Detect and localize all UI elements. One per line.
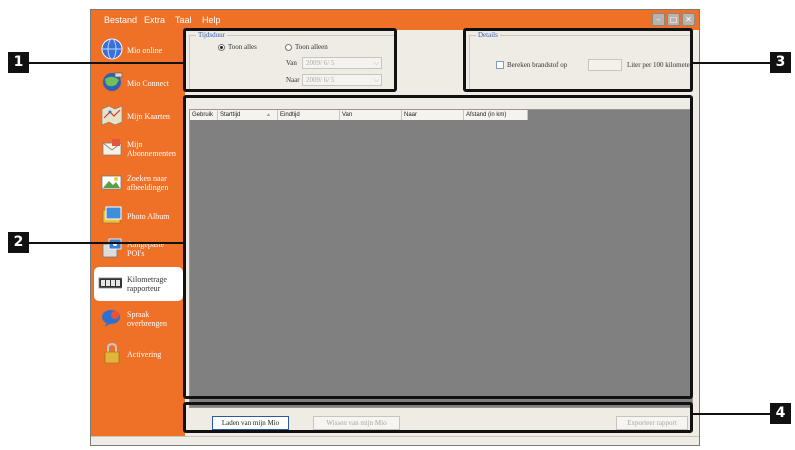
sidebar-item-label: Mijn Kaarten xyxy=(127,111,170,121)
sidebar: Mio online Mio Connect Mijn Kaarten Mijn… xyxy=(91,30,185,436)
speech-bubble-icon xyxy=(102,310,120,327)
callout-leader-3 xyxy=(692,62,770,64)
callout-number-2: 2 xyxy=(8,232,29,253)
sidebar-item-zoeken-afbeeldingen[interactable]: Zoeken naar afbeeldingen xyxy=(94,166,183,200)
padlock-icon xyxy=(104,342,120,364)
sidebar-item-mio-connect[interactable]: Mio Connect xyxy=(94,66,183,100)
sidebar-item-label: Photo Album xyxy=(127,211,170,221)
sidebar-item-label: Kilometrage rapporteur xyxy=(127,275,167,293)
sidebar-item-spraak-overbrengen[interactable]: Spraak overbrengen xyxy=(94,302,183,336)
sidebar-item-photo-album[interactable]: Photo Album xyxy=(94,199,183,233)
status-bar xyxy=(91,436,699,445)
photo-search-icon xyxy=(101,175,122,190)
sidebar-item-label: Aangepaste POI's xyxy=(127,240,165,258)
menu-help[interactable]: Help xyxy=(202,15,221,25)
satellite-globe-icon xyxy=(103,72,123,91)
sidebar-item-label: Activering xyxy=(127,349,162,359)
callout-leader-4 xyxy=(692,413,770,415)
menu-bestand[interactable]: Bestand xyxy=(104,15,137,25)
callout-number-1: 1 xyxy=(8,52,29,73)
menu-extra[interactable]: Extra xyxy=(144,15,165,25)
menu-taal[interactable]: Taal xyxy=(175,15,192,25)
close-button[interactable]: ✕ xyxy=(682,13,695,26)
sidebar-item-label: Mijn Abonnementen xyxy=(127,140,176,158)
minimize-button[interactable]: – xyxy=(652,13,665,26)
sidebar-item-label: Mio Connect xyxy=(127,78,169,88)
callout-number-3: 3 xyxy=(770,52,791,73)
envelope-icon xyxy=(102,139,122,156)
sidebar-item-activering[interactable]: Activering xyxy=(94,337,183,371)
map-icon xyxy=(101,105,123,126)
callout-number-4: 4 xyxy=(770,403,791,424)
sidebar-item-mijn-abonnementen[interactable]: Mijn Abonnementen xyxy=(94,132,183,166)
sidebar-item-mijn-kaarten[interactable]: Mijn Kaarten xyxy=(94,99,183,133)
callout-leader-1 xyxy=(28,62,184,64)
sidebar-item-kilometrage-rapporteur[interactable]: Kilometrage rapporteur xyxy=(94,267,183,301)
poi-icon xyxy=(102,238,122,258)
menu-bar: Bestand Extra Taal Help – □ ✕ xyxy=(91,10,699,30)
sidebar-item-label: Zoeken naar afbeeldingen xyxy=(127,174,169,192)
maximize-button[interactable]: □ xyxy=(667,13,680,26)
highlight-box-1 xyxy=(183,28,397,92)
sidebar-item-label: Spraak overbrengen xyxy=(127,310,167,328)
odometer-icon xyxy=(98,277,122,289)
callout-leader-2 xyxy=(28,242,184,244)
highlight-box-3 xyxy=(463,28,693,92)
sidebar-item-aangepaste-pois[interactable]: Aangepaste POI's xyxy=(94,232,183,266)
highlight-box-4 xyxy=(183,402,693,433)
highlight-box-2 xyxy=(183,95,693,399)
globe-icon xyxy=(101,38,123,60)
photo-album-icon xyxy=(102,206,122,224)
